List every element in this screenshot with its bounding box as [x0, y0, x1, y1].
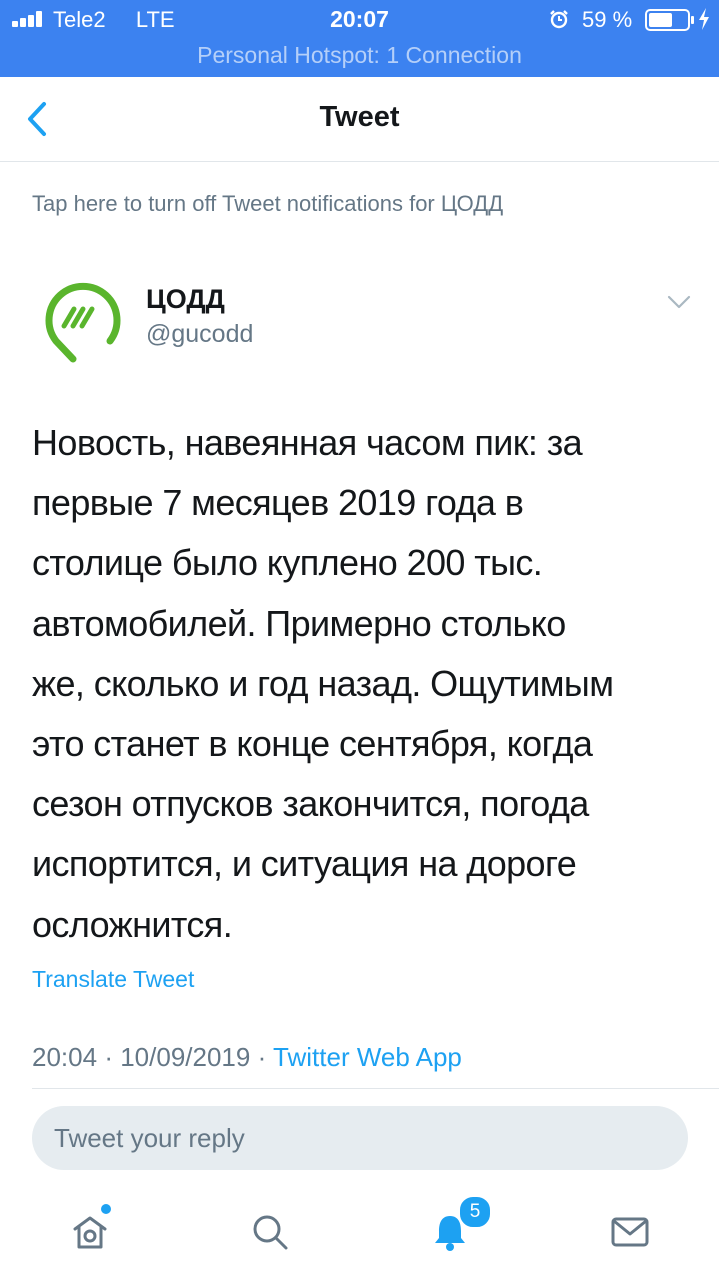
tweet-time: 20:04	[32, 1042, 98, 1072]
tab-messages[interactable]	[600, 1200, 660, 1260]
tweet-text-line: первые 7 месяцев 2019 года в	[32, 482, 524, 524]
tweet-text-line: Новость, навеянная часом пик: за	[32, 422, 583, 463]
search-icon	[253, 1215, 288, 1250]
avatar[interactable]	[43, 278, 123, 364]
tweet-text-line: испортится, и ситуация на дороге	[32, 843, 577, 885]
tab-home[interactable]	[60, 1200, 120, 1260]
tweet-text-line: автомобилей. Примерно столько	[32, 602, 566, 644]
divider	[32, 1088, 719, 1089]
messages-icon	[611, 1217, 649, 1247]
notifications-badge: 5	[458, 1195, 492, 1229]
translate-tweet-link[interactable]: Translate Tweet	[32, 966, 194, 993]
charging-icon	[699, 8, 709, 30]
page-title: Tweet	[319, 101, 400, 133]
tweet-date: 10/09/2019	[120, 1042, 251, 1072]
tweet-timestamp: 20:04 · 10/09/2019 · Twitter Web App	[32, 1042, 462, 1073]
battery-percentage: 59 %	[582, 7, 633, 32]
tweet-text-line: же, сколько и год назад. Ощутимым	[32, 662, 614, 704]
tab-notifications[interactable]: 5	[420, 1195, 492, 1260]
tweet-source-link[interactable]: Twitter Web App	[273, 1042, 462, 1072]
tweet-detail-screen: Tele2 LTE 20:07 59 % Personal Hotspot: 1…	[0, 0, 719, 1280]
tweet-text-line: осложнится.	[32, 903, 233, 945]
tweet-text-line: столице было куплено 200 тыс.	[32, 542, 543, 584]
home-icon	[73, 1216, 107, 1249]
tweet-text-line: это станет в конце сентября, когда	[32, 723, 593, 765]
battery-icon	[645, 9, 694, 31]
separator: ·	[104, 1042, 113, 1072]
alarm-icon	[550, 10, 568, 29]
new-tweets-dot	[101, 1204, 111, 1214]
status-bar[interactable]: Tele2 LTE 20:07 59 % Personal Hotspot: 1…	[0, 0, 719, 77]
separator: ·	[257, 1042, 267, 1072]
notification-toggle-link[interactable]: Tap here to turn off Tweet notifications…	[32, 191, 503, 217]
navigation-bar: Tweet	[0, 77, 719, 162]
author-name[interactable]: ЦОДД	[146, 284, 225, 315]
chevron-down-icon[interactable]	[666, 293, 692, 311]
hotspot-banner[interactable]: Personal Hotspot: 1 Connection	[0, 42, 719, 69]
reply-input[interactable]: Tweet your reply	[32, 1106, 688, 1170]
author-handle[interactable]: @gucodd	[146, 320, 253, 349]
tab-search[interactable]	[240, 1200, 300, 1260]
tweet-text: Новость, навеянная часом пик: за первые …	[32, 413, 712, 955]
tweet-text-line: сезон отпусков закончится, погода	[32, 783, 589, 825]
